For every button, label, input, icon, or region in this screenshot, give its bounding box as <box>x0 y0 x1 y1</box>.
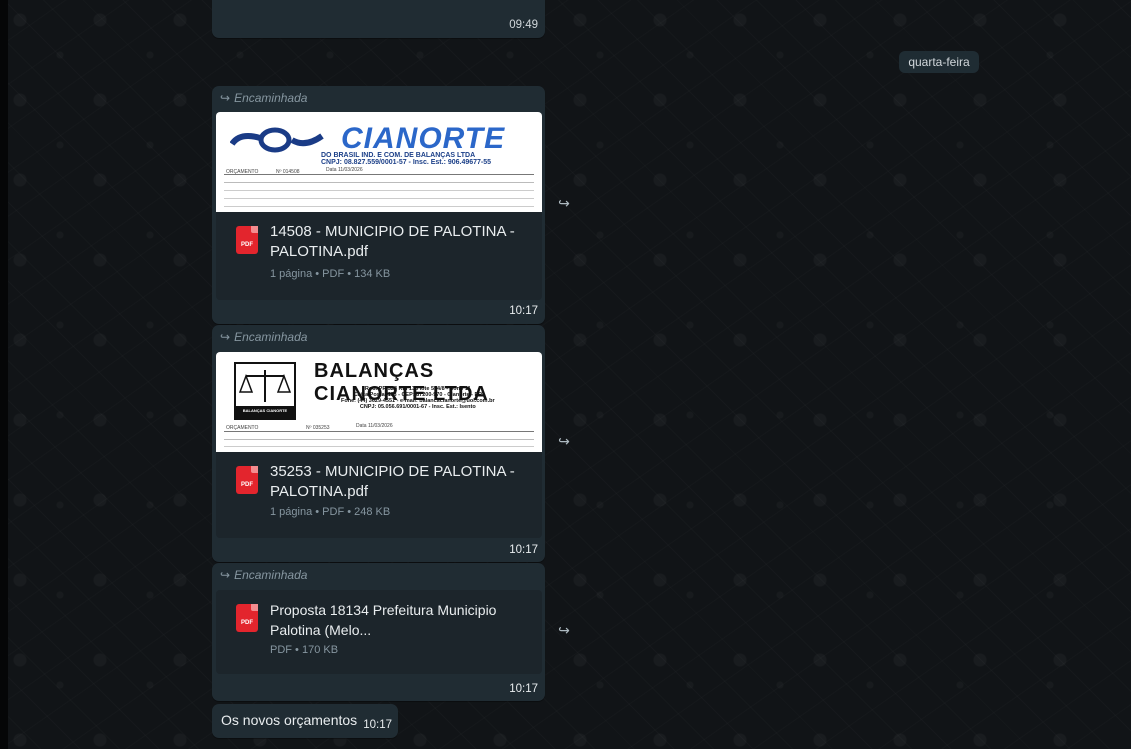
document-preview[interactable]: CIANORTE DO BRASIL IND. E COM. DE BALANÇ… <box>216 112 542 212</box>
document-file-name: Proposta 18134 Prefeitura Municipio Palo… <box>270 602 497 638</box>
divider <box>224 439 534 440</box>
forwarded-icon: ↪ <box>220 91 231 105</box>
forward-button[interactable]: ↪ <box>553 430 575 452</box>
message-time: 10:17 <box>363 719 392 731</box>
forwarded-label: ↪ Encaminhada <box>220 568 307 582</box>
message-text: Os novos orçamentos <box>221 712 358 728</box>
forwarded-label: ↪ Encaminhada <box>220 91 307 105</box>
message-time: 10:17 <box>509 305 538 317</box>
divider <box>224 182 534 183</box>
document-meta: 1 página • PDF • 248 KB <box>270 506 391 518</box>
document-card[interactable]: PDF Proposta 18134 Prefeitura Municipio … <box>216 590 542 674</box>
forwarded-icon: ↪ <box>220 330 231 344</box>
document-card[interactable]: PDF 35253 - MUNICIPIO DE PALOTINA - PALO… <box>216 452 542 538</box>
cianorte-swoosh-icon <box>229 127 324 153</box>
document-meta: 1 página • PDF • 134 KB <box>270 268 391 280</box>
forward-icon: ↪ <box>558 622 570 638</box>
previous-message-bubble[interactable]: 09:49 <box>212 0 545 38</box>
divider <box>224 446 534 447</box>
date-separator: quarta-feira <box>899 51 979 73</box>
forwarded-text: Encaminhada <box>234 330 308 344</box>
document-preview[interactable]: BALANÇAS CIANORTE BALANÇAS CIANORTE LTDA… <box>216 352 542 452</box>
pdf-icon: PDF <box>236 466 258 494</box>
panel-divider <box>0 0 8 749</box>
preview-address: Rod. PR 323 Km 138 lote 594/8 - Sono 11 … <box>341 386 495 410</box>
forwarded-text: Encaminhada <box>234 568 308 582</box>
divider <box>224 206 534 207</box>
message-bubble-document-1[interactable]: ↪ Encaminhada CIANORTE DO BRASIL IND. E … <box>212 86 545 324</box>
preview-row-number: Nº 035253 <box>306 425 330 431</box>
forward-button[interactable]: ↪ <box>553 192 575 214</box>
pdf-icon: PDF <box>236 604 258 632</box>
document-card[interactable]: PDF 14508 - MUNICIPIO DE PALOTINA - PALO… <box>216 212 542 300</box>
preview-row-date: Data 11/03/2026 <box>356 423 393 429</box>
forwarded-label: ↪ Encaminhada <box>220 330 307 344</box>
preview-row-date: Data 11/03/2026 <box>326 167 363 173</box>
preview-brand: CIANORTE <box>341 122 506 155</box>
message-bubble-document-2[interactable]: ↪ Encaminhada BALANÇAS CIANORTE BALANÇAS… <box>212 325 545 562</box>
divider <box>224 190 534 191</box>
message-time: 10:17 <box>509 683 538 695</box>
preview-row-number: Nº 014508 <box>276 169 300 175</box>
forwarded-text: Encaminhada <box>234 91 308 105</box>
message-bubble-text[interactable]: Os novos orçamentos 10:17 <box>212 704 398 738</box>
pdf-icon: PDF <box>236 226 258 254</box>
forward-icon: ↪ <box>558 433 570 449</box>
preview-row-label: ORÇAMENTO <box>226 169 259 175</box>
message-time: 10:17 <box>509 544 538 556</box>
forwarded-icon: ↪ <box>220 568 231 582</box>
message-bubble-document-3[interactable]: ↪ Encaminhada PDF Proposta 18134 Prefeit… <box>212 563 545 701</box>
preview-row-label: ORÇAMENTO <box>226 425 259 431</box>
divider <box>224 174 534 175</box>
preview-subtitle-line: CNPJ: 08.827.559/0001-57 - Insc. Est.: 9… <box>321 159 492 166</box>
divider <box>224 198 534 199</box>
preview-address-line: CNPJ: 05.056.691/0001-67 - Insc. Est.: I… <box>359 404 476 410</box>
cianorte-logo-icon <box>229 124 325 160</box>
logo-caption: BALANÇAS CIANORTE <box>242 408 288 413</box>
divider <box>224 431 534 432</box>
document-meta: PDF • 170 KB <box>270 644 339 656</box>
forward-icon: ↪ <box>558 195 570 211</box>
scale-logo-icon: BALANÇAS CIANORTE <box>234 362 296 420</box>
document-file-name: 14508 - MUNICIPIO DE PALOTINA - PALOTINA… <box>270 223 515 260</box>
preview-subtitle-line: DO BRASIL IND. E COM. DE BALANÇAS LTDA <box>321 152 476 159</box>
message-time: 09:49 <box>509 19 538 31</box>
document-file-name: 35253 - MUNICIPIO DE PALOTINA - PALOTINA… <box>270 463 515 500</box>
forward-button[interactable]: ↪ <box>553 619 575 641</box>
preview-subtitle: DO BRASIL IND. E COM. DE BALANÇAS LTDA C… <box>321 152 491 166</box>
